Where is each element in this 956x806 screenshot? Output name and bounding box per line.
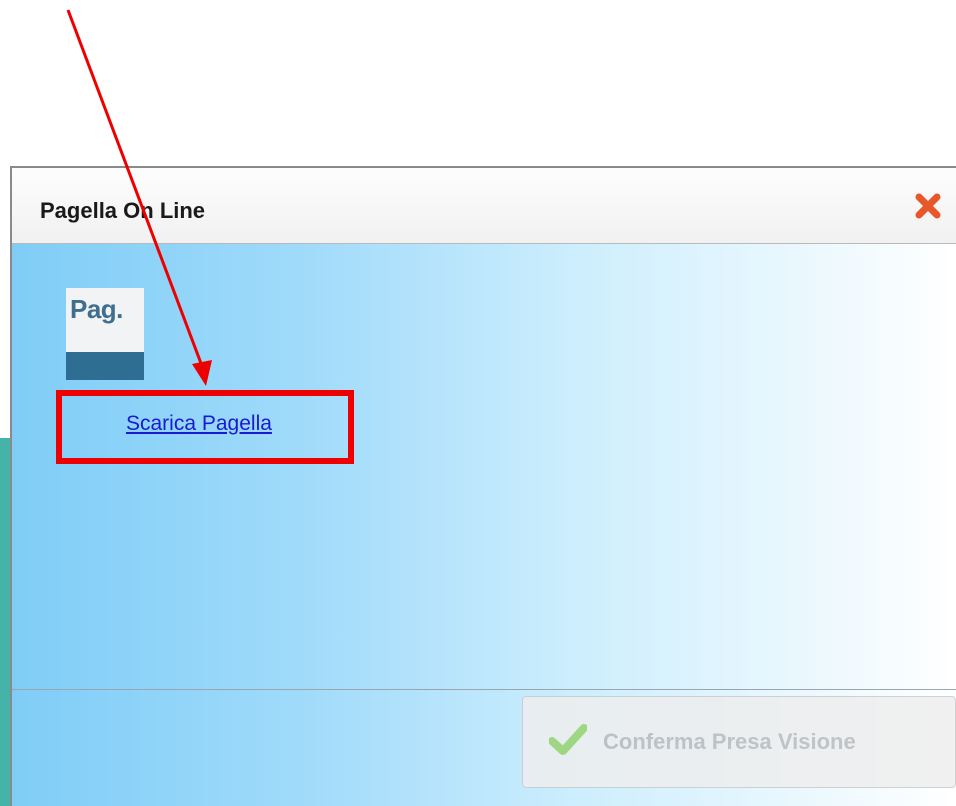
dialog-title: Pagella On Line: [40, 198, 206, 223]
checkmark-icon: [549, 724, 587, 755]
dialog-titlebar: Pagella On Line: [12, 168, 956, 244]
pagella-document-icon[interactable]: Pag.: [66, 288, 144, 380]
confirm-view-label: Conferma Presa Visione: [603, 729, 856, 754]
close-button[interactable]: [908, 186, 948, 226]
pagella-dialog: Pagella On Line Pag. Scarica Pagella Con…: [10, 166, 956, 806]
dialog-content: Pag. Scarica Pagella: [12, 244, 956, 690]
pagella-icon-bar: [66, 352, 144, 380]
download-pagella-link[interactable]: Scarica Pagella: [126, 412, 272, 436]
confirm-view-button[interactable]: Conferma Presa Visione: [522, 696, 956, 788]
close-x-icon: [915, 193, 941, 219]
screenshot-page: Pagella On Line Pag. Scarica Pagella Con…: [0, 0, 956, 806]
pagella-icon-label: Pag.: [70, 294, 123, 324]
